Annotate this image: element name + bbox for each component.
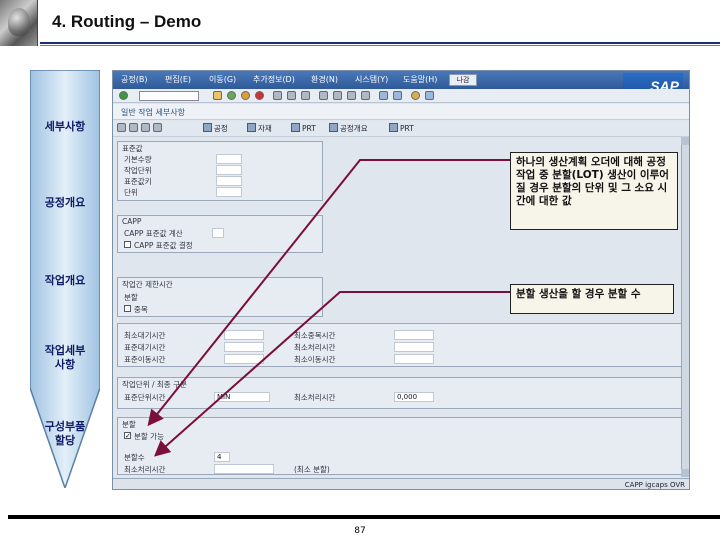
callout-split-unit: 하나의 생산계획 오더에 대해 공정 작업 중 분할(LOT) 생산이 이루어 …: [510, 152, 678, 230]
callout-line-bottom: [154, 291, 510, 457]
callout-split-count: 분할 생산을 할 경우 분할 수: [510, 284, 674, 314]
footer-divider: [8, 515, 720, 519]
callout-connectors: [147, 159, 510, 457]
page-number: 87: [354, 526, 366, 536]
slide: 4. Routing – Demo 세부사항 공정개요 작업개요 작업세부 사항…: [0, 0, 720, 540]
